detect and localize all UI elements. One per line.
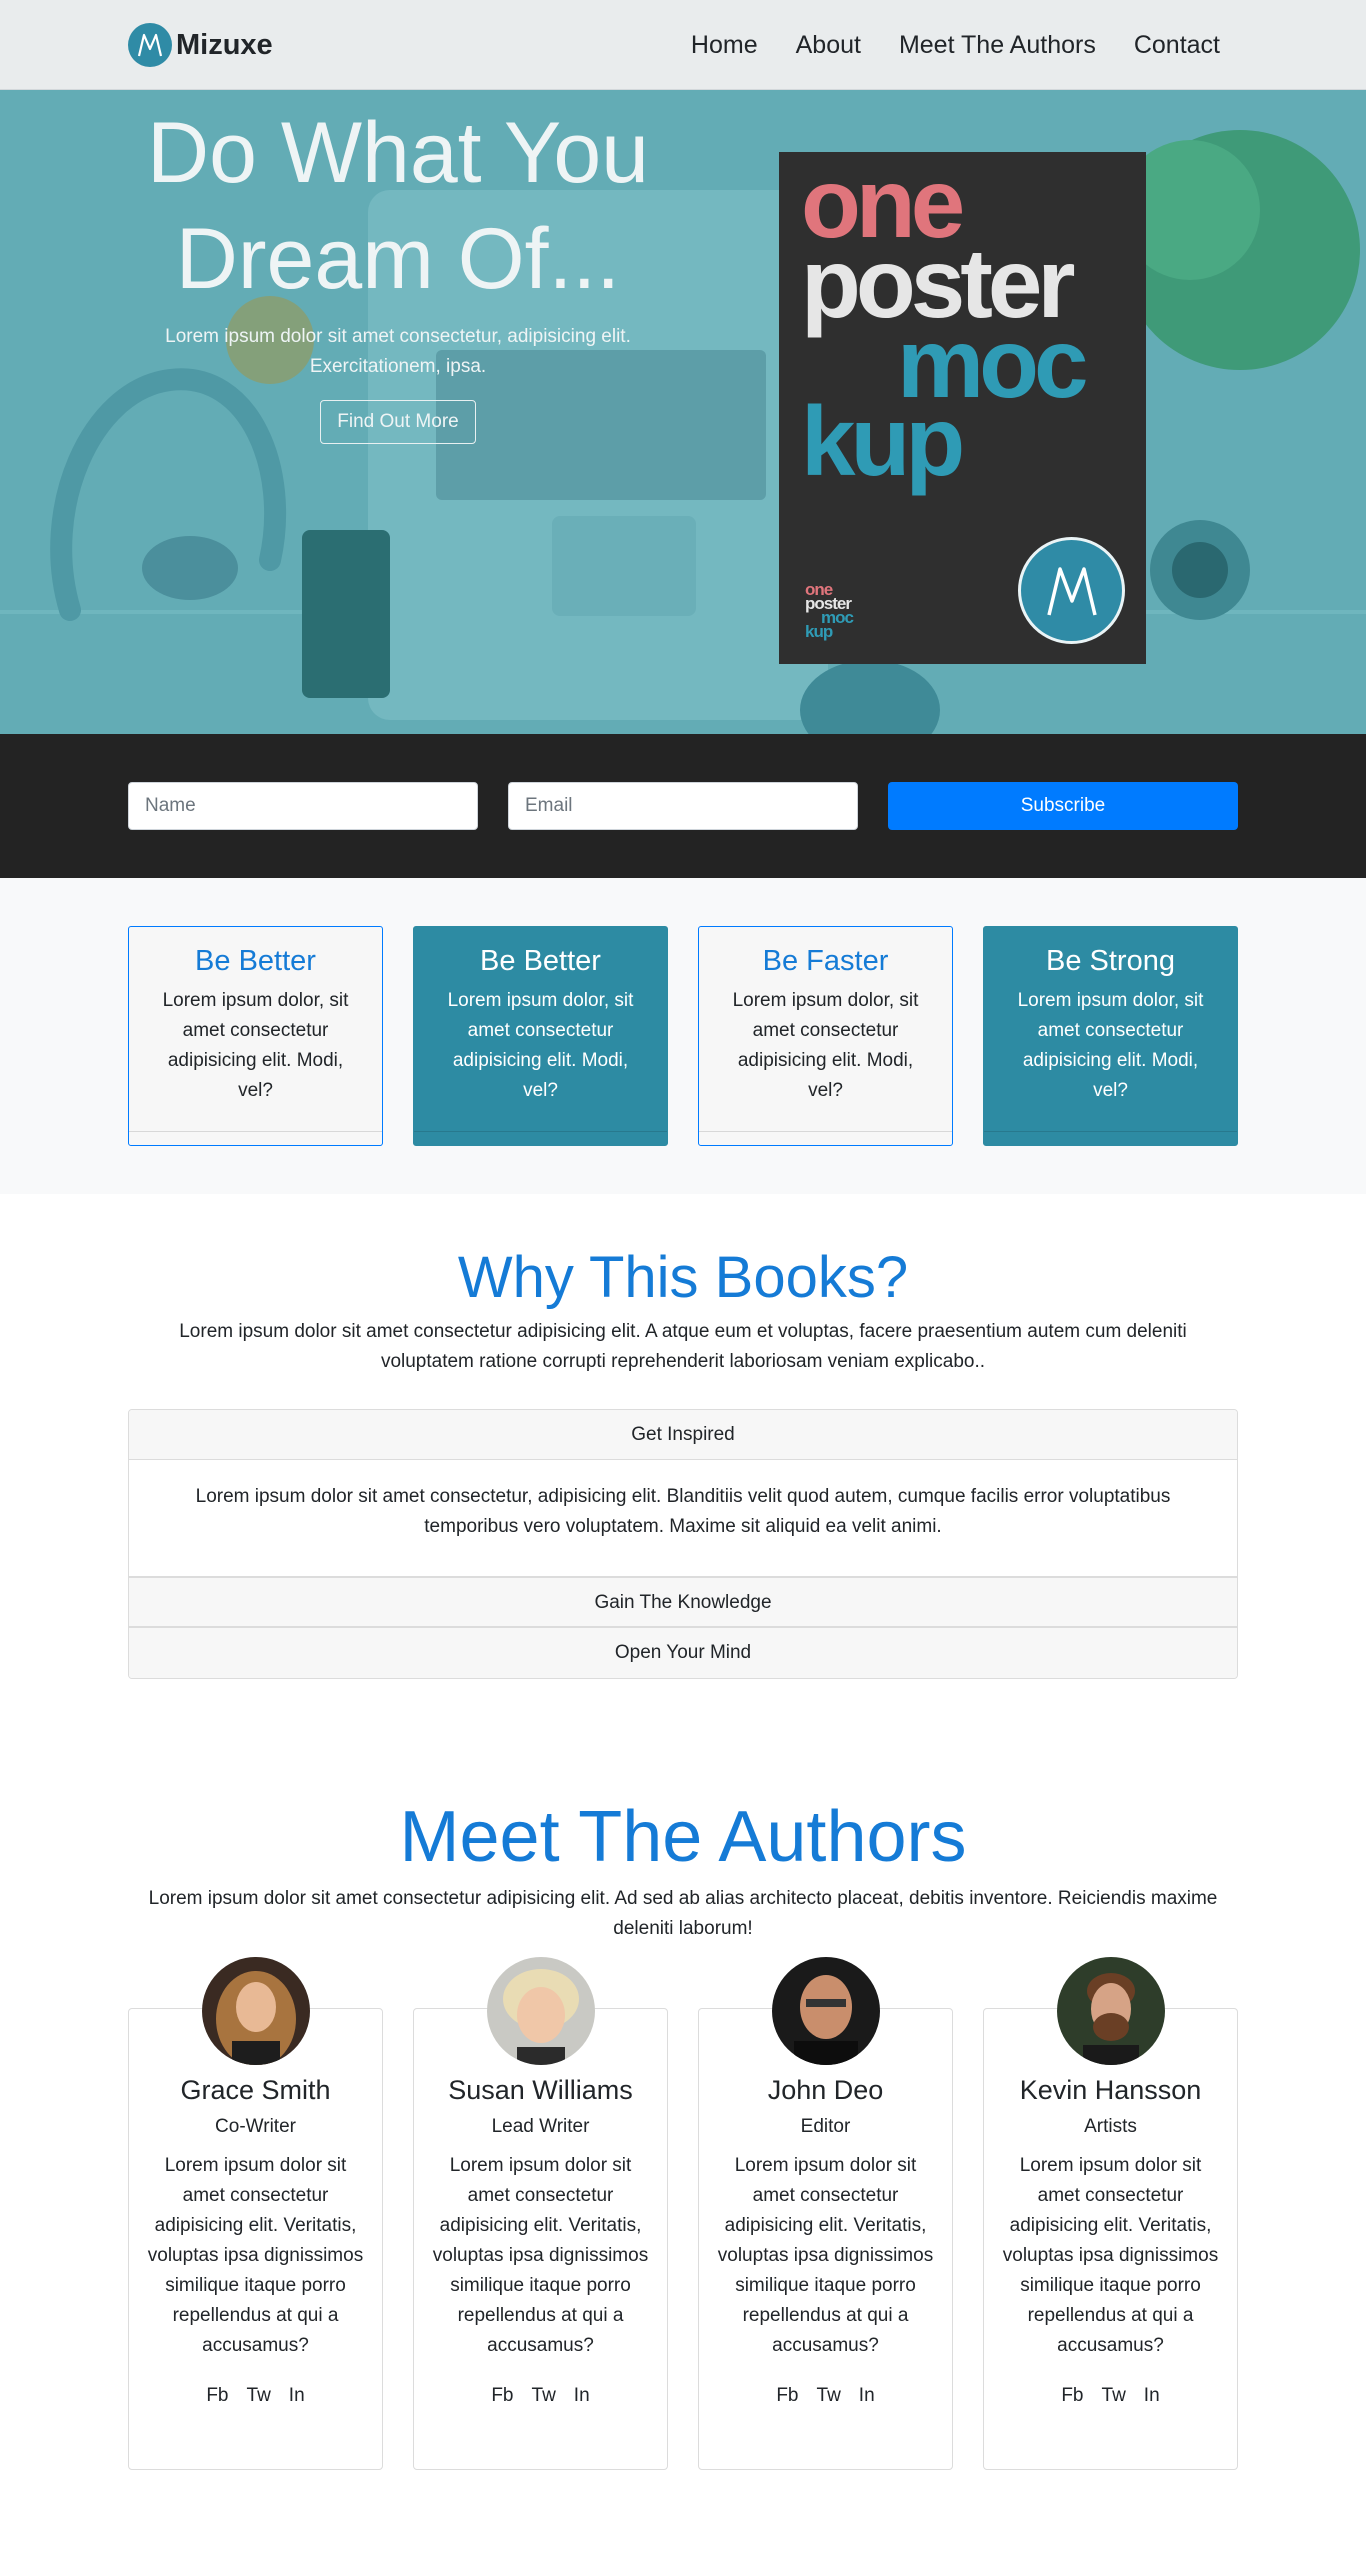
feature-card-be-better: Be Better Lorem ipsum dolor, sit amet co… <box>128 926 383 1146</box>
accordion-header-open-mind[interactable]: Open Your Mind <box>129 1628 1237 1678</box>
facebook-link[interactable]: Fb <box>206 2385 228 2407</box>
feature-title: Be Better <box>195 945 316 977</box>
author-cards: Grace Smith Co-Writer Lorem ipsum dolor … <box>128 1957 1238 2470</box>
author-card-kevin-hansson: Kevin Hansson Artists Lorem ipsum dolor … <box>983 1957 1238 2470</box>
instagram-link[interactable]: In <box>289 2385 305 2407</box>
author-name: John Deo <box>767 2075 884 2105</box>
author-avatar <box>202 1957 310 2065</box>
author-avatar <box>487 1957 595 2065</box>
feature-card-footer <box>129 1131 382 1145</box>
brand-logo-icon <box>128 23 172 67</box>
author-role: Lead Writer <box>491 2116 590 2137</box>
author-bio: Lorem ipsum dolor sit amet consectetur a… <box>432 2155 649 2356</box>
twitter-link[interactable]: Tw <box>247 2385 271 2407</box>
author-card-grace-smith: Grace Smith Co-Writer Lorem ipsum dolor … <box>128 1957 383 2470</box>
instagram-link[interactable]: In <box>574 2385 590 2407</box>
author-role: Artists <box>1084 2116 1137 2137</box>
hero-section: Do What You Dream Of... Lorem ipsum dolo… <box>0 90 1366 734</box>
feature-text: Lorem ipsum dolor, sit amet consectetur … <box>447 990 634 1101</box>
twitter-link[interactable]: Tw <box>1102 2385 1126 2407</box>
poster-logo-icon <box>1018 537 1125 644</box>
navbar: Mizuxe Home About Meet The Authors Conta… <box>0 0 1366 90</box>
author-social-links: Fb Tw In <box>699 2385 952 2407</box>
nav-link-authors[interactable]: Meet The Authors <box>899 31 1096 60</box>
hero-subtitle: Lorem ipsum dolor sit amet consectetur, … <box>128 322 668 382</box>
feature-card-footer <box>699 1131 952 1145</box>
hero-subtitle-line2: Exercitationem, ipsa. <box>309 356 487 377</box>
hero-title-line2: Dream Of... <box>175 211 621 307</box>
author-name: Kevin Hansson <box>1019 2075 1202 2105</box>
poster-image: one poster moc kup one poster moc kup <box>779 152 1146 664</box>
feature-title: Be Strong <box>1046 945 1175 977</box>
brand-link[interactable]: Mizuxe <box>128 23 273 67</box>
author-avatar <box>1057 1957 1165 2065</box>
author-bio: Lorem ipsum dolor sit amet consectetur a… <box>1002 2155 1219 2356</box>
author-name: Susan Williams <box>448 2075 633 2105</box>
authors-text: Lorem ipsum dolor sit amet consectetur a… <box>148 1888 1218 1939</box>
feature-title: Be Faster <box>762 945 889 977</box>
feature-card-footer <box>414 1131 667 1145</box>
nav-link-contact[interactable]: Contact <box>1134 31 1220 60</box>
find-out-more-button[interactable]: Find Out More <box>320 400 476 444</box>
nav-links: Home About Meet The Authors Contact <box>691 31 1220 60</box>
twitter-link[interactable]: Tw <box>817 2385 841 2407</box>
instagram-link[interactable]: In <box>1144 2385 1160 2407</box>
authors-title: Meet The Authors <box>399 1797 967 1877</box>
authors-section: Meet The Authors Lorem ipsum dolor sit a… <box>0 1714 1366 2567</box>
name-input[interactable]: Name <box>128 782 478 830</box>
nav-link-home[interactable]: Home <box>691 31 758 60</box>
author-social-links: Fb Tw In <box>414 2385 667 2407</box>
feature-card-be-faster: Be Faster Lorem ipsum dolor, sit amet co… <box>698 926 953 1146</box>
why-text: Lorem ipsum dolor sit amet consectetur a… <box>179 1321 1187 1372</box>
brand-name: Mizuxe <box>176 28 273 61</box>
feature-title: Be Better <box>480 945 601 977</box>
poster-word-kup: kup <box>801 386 965 496</box>
features-section: Be Better Lorem ipsum dolor, sit amet co… <box>0 878 1366 1194</box>
hero-subtitle-line1: Lorem ipsum dolor sit amet consectetur, … <box>165 326 631 347</box>
author-avatar <box>772 1957 880 2065</box>
feature-card-footer <box>984 1131 1237 1145</box>
accordion-header-get-inspired[interactable]: Get Inspired <box>129 1410 1237 1460</box>
why-title: Why This Books? <box>457 1245 909 1310</box>
author-name: Grace Smith <box>180 2075 331 2105</box>
email-input[interactable]: Email <box>508 782 858 830</box>
author-bio: Lorem ipsum dolor sit amet consectetur a… <box>147 2155 364 2356</box>
nav-link-about[interactable]: About <box>796 31 861 60</box>
accordion-header-gain-knowledge[interactable]: Gain The Knowledge <box>129 1578 1237 1628</box>
accordion: Get Inspired Lorem ipsum dolor sit amet … <box>128 1409 1238 1679</box>
author-social-links: Fb Tw In <box>129 2385 382 2407</box>
feature-text: Lorem ipsum dolor, sit amet consectetur … <box>162 990 349 1101</box>
hero-text-block: Do What You Dream Of... Lorem ipsum dolo… <box>128 100 668 444</box>
author-card-john-deo: John Deo Editor Lorem ipsum dolor sit am… <box>698 1957 953 2470</box>
feature-card-be-strong: Be Strong Lorem ipsum dolor, sit amet co… <box>983 926 1238 1146</box>
poster-small-kup: kup <box>805 622 833 641</box>
feature-text: Lorem ipsum dolor, sit amet consectetur … <box>1017 990 1204 1101</box>
subscribe-section: Name Email Subscribe <box>0 734 1366 878</box>
instagram-link[interactable]: In <box>859 2385 875 2407</box>
twitter-link[interactable]: Tw <box>532 2385 556 2407</box>
facebook-link[interactable]: Fb <box>1061 2385 1083 2407</box>
feature-text: Lorem ipsum dolor, sit amet consectetur … <box>732 990 919 1101</box>
author-card-susan-williams: Susan Williams Lead Writer Lorem ipsum d… <box>413 1957 668 2470</box>
author-bio: Lorem ipsum dolor sit amet consectetur a… <box>717 2155 934 2356</box>
facebook-link[interactable]: Fb <box>776 2385 798 2407</box>
hero-title: Do What You Dream Of... <box>128 100 668 312</box>
why-section: Why This Books? Lorem ipsum dolor sit am… <box>0 1194 1366 1714</box>
feature-card-be-better-2: Be Better Lorem ipsum dolor, sit amet co… <box>413 926 668 1146</box>
author-role: Co-Writer <box>215 2116 296 2137</box>
hero-title-line1: Do What You <box>146 105 650 201</box>
subscribe-button[interactable]: Subscribe <box>888 782 1238 830</box>
author-role: Editor <box>800 2116 851 2137</box>
facebook-link[interactable]: Fb <box>491 2385 513 2407</box>
accordion-body-get-inspired: Lorem ipsum dolor sit amet consectetur, … <box>129 1460 1237 1578</box>
author-social-links: Fb Tw In <box>984 2385 1237 2407</box>
